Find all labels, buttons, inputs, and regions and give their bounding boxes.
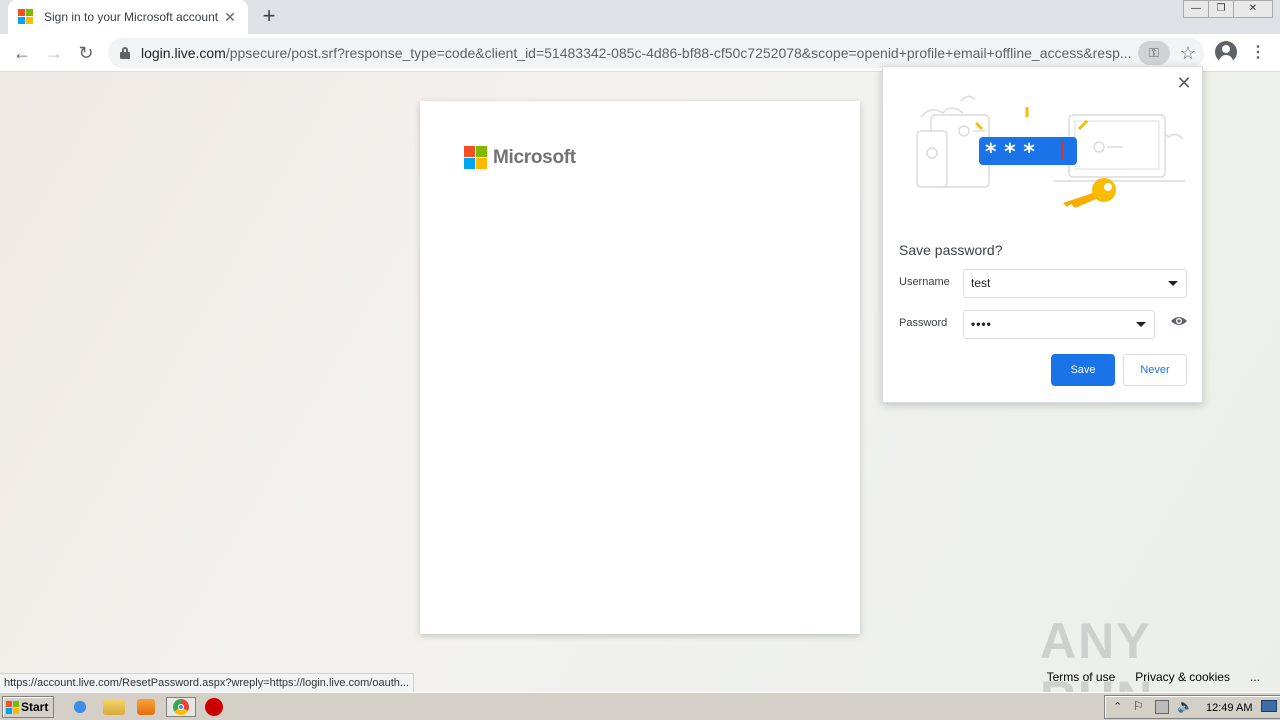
save-button[interactable]: Save	[1051, 354, 1115, 386]
browser-tab[interactable]: Sign in to your Microsoft account ✕	[8, 0, 248, 34]
brand-name: Microsoft	[493, 146, 576, 168]
windows-taskbar: Start ⌃ ⚐ 🔈 12:49 AM	[0, 692, 1280, 720]
page-footer: Terms of use Privacy & cookies ...	[1047, 670, 1260, 684]
password-illustration: * * *	[916, 95, 1185, 208]
file-explorer-icon[interactable]	[103, 699, 125, 715]
media-player-icon[interactable]	[137, 699, 155, 715]
system-tray: ⌃ ⚐ 🔈	[1104, 695, 1280, 719]
username-value: test	[971, 276, 991, 290]
microsoft-squares-icon	[464, 146, 487, 169]
chevron-up-icon[interactable]: ⌃	[1113, 700, 1122, 713]
password-select[interactable]: ••••	[963, 310, 1155, 339]
tab-title: Sign in to your Microsoft account	[44, 10, 219, 24]
terms-link[interactable]: Terms of use	[1047, 670, 1116, 684]
stop-icon[interactable]	[205, 698, 223, 716]
privacy-link[interactable]: Privacy & cookies	[1135, 670, 1230, 684]
forward-arrow-icon[interactable]: →	[40, 39, 68, 67]
kebab-menu-icon[interactable]: ⋮	[1248, 39, 1268, 67]
tab-strip: Sign in to your Microsoft account ✕ + — …	[0, 0, 1280, 34]
restore-button[interactable]: ❐	[1208, 0, 1234, 18]
username-label: Username	[899, 276, 950, 288]
microsoft-logo: Microsoft	[464, 146, 576, 169]
url-text[interactable]: login.live.com/ppsecure/post.srf?respons…	[141, 45, 1136, 61]
close-window-button[interactable]: ✕	[1233, 0, 1273, 18]
windows-flag-icon	[6, 701, 19, 714]
password-value: ••••	[971, 317, 992, 331]
chevron-down-icon	[1168, 281, 1178, 286]
network-icon[interactable]	[1155, 700, 1169, 714]
taskbar-clock: 12:49 AM	[1206, 702, 1253, 714]
password-label: Password	[899, 317, 948, 329]
chevron-down-icon	[1136, 322, 1146, 327]
minimize-button[interactable]: —	[1183, 0, 1209, 18]
microsoft-favicon-icon	[18, 9, 34, 25]
back-arrow-icon[interactable]: ←	[8, 39, 36, 67]
bookmark-star-icon[interactable]: ☆	[1176, 41, 1200, 65]
username-select[interactable]: test	[963, 269, 1187, 298]
reload-icon[interactable]: ↻	[72, 39, 100, 67]
show-desktop-icon[interactable]	[1261, 700, 1277, 712]
start-label: Start	[21, 700, 49, 714]
save-password-bubble: ✕ * * * Save password? Username test Pas…	[882, 66, 1203, 403]
internet-explorer-icon[interactable]	[69, 697, 91, 717]
never-button[interactable]: Never	[1123, 354, 1187, 386]
tab-close-icon[interactable]: ✕	[222, 9, 238, 25]
profile-avatar-icon[interactable]	[1215, 41, 1237, 63]
more-options-link[interactable]: ...	[1250, 670, 1260, 684]
volume-icon[interactable]: 🔈	[1177, 698, 1193, 714]
key-icon[interactable]: ⚿	[1138, 41, 1170, 65]
bubble-title: Save password?	[899, 242, 1003, 258]
masked-password-glyphs: * * *	[985, 140, 1035, 165]
flag-icon[interactable]: ⚐	[1133, 699, 1144, 713]
status-bar-url: https://account.live.com/ResetPassword.a…	[0, 673, 415, 692]
new-tab-icon[interactable]: +	[258, 5, 280, 28]
lock-icon	[120, 47, 130, 59]
chrome-taskbar-button[interactable]	[166, 697, 196, 717]
start-button[interactable]: Start	[2, 696, 54, 718]
eye-icon[interactable]	[1170, 315, 1188, 327]
address-bar[interactable]: login.live.com/ppsecure/post.srf?respons…	[108, 38, 1204, 68]
signin-card: Microsoft	[420, 101, 860, 634]
